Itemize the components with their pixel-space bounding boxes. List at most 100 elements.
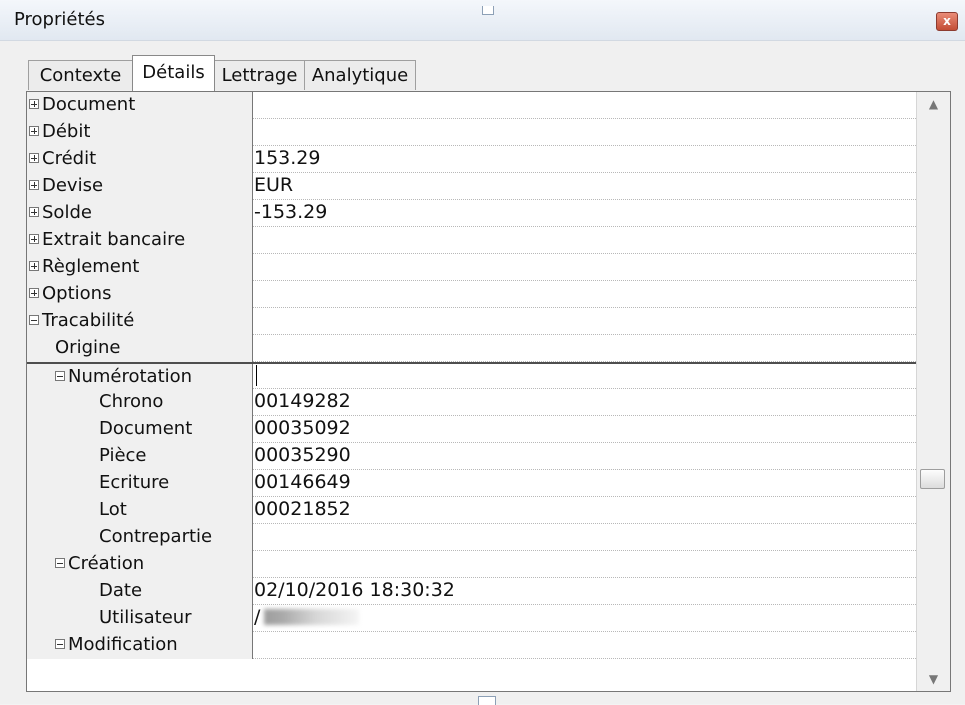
property-label: Crédit [42,148,97,169]
expand-icon[interactable] [29,126,39,136]
property-name: Contrepartie [27,524,253,551]
property-row[interactable]: Ecriture 00146649 [27,470,916,497]
property-value [254,254,916,281]
property-label: Pièce [99,445,147,466]
property-row[interactable]: Origine [27,335,916,362]
property-row[interactable]: Règlement [27,254,916,281]
property-name: Devise [27,173,253,200]
vertical-scrollbar[interactable]: ▲ ▼ [916,92,950,691]
property-value-text: 00021852 [254,498,351,520]
property-value-text: 00149282 [254,390,351,412]
property-value [254,92,916,119]
property-name: Numérotation [27,364,253,391]
property-row[interactable]: Date 02/10/2016 18:30:32 [27,578,916,605]
property-label: Utilisateur [99,607,192,628]
resize-grip-top[interactable] [482,6,494,15]
text-caret [256,365,257,386]
property-row[interactable]: Débit [27,119,916,146]
property-value: -153.29 [254,200,916,227]
collapse-icon[interactable] [55,639,65,649]
property-value-editor[interactable] [254,364,916,391]
close-icon[interactable]: x [936,12,958,31]
property-name: Chrono [27,389,253,416]
property-value: 00021852 [254,497,916,524]
property-value: EUR [254,173,916,200]
property-name: Options [27,281,253,308]
property-name: Pièce [27,443,253,470]
property-value [254,227,916,254]
property-value-text: -153.29 [254,201,328,223]
expand-icon[interactable] [29,153,39,163]
window-titlebar[interactable]: Propriétés x [0,0,965,41]
property-value: 00146649 [254,470,916,497]
property-row[interactable]: Pièce 00035290 [27,443,916,470]
property-value-text: 00146649 [254,471,351,493]
property-value [254,524,916,551]
property-value-text: 00035092 [254,417,351,439]
expand-icon[interactable] [29,99,39,109]
property-name: Débit [27,119,253,146]
property-grid: Document Débit Crédit 153.29 Devise EUR Solde -… [26,91,951,692]
property-name: Ecriture [27,470,253,497]
property-label: Options [42,283,112,304]
expand-icon[interactable] [29,234,39,244]
property-label: Chrono [99,391,164,412]
property-row[interactable]: Solde -153.29 [27,200,916,227]
collapse-icon[interactable] [55,558,65,568]
property-name: Origine [27,335,253,362]
property-row[interactable]: Création [27,551,916,578]
tab-analytique[interactable]: Analytique [304,60,416,90]
property-label: Contrepartie [99,526,213,547]
property-value-text: 153.29 [254,147,321,169]
property-label: Tracabilité [42,310,135,331]
property-label: Règlement [42,256,140,277]
property-label: Date [99,580,143,601]
property-value-text: 02/10/2016 18:30:32 [254,579,455,601]
property-value [254,281,916,308]
property-label: Modification [68,634,178,655]
property-name: Création [27,551,253,578]
chevron-up-icon[interactable]: ▲ [917,92,950,116]
chevron-down-icon[interactable]: ▼ [917,667,950,691]
tab-lettrage[interactable]: Lettrage [214,60,305,90]
expand-icon[interactable] [29,207,39,217]
properties-window: Propriétés x Contexte Détails Lettrage A… [0,0,965,705]
property-grid-rows: Document Débit Crédit 153.29 Devise EUR Solde -… [27,92,916,691]
property-row[interactable]: Modification [27,632,916,659]
expand-icon[interactable] [29,288,39,298]
property-row[interactable]: Document [27,92,916,119]
property-row[interactable]: Devise EUR [27,173,916,200]
property-label: Document [42,94,136,115]
property-row[interactable]: Extrait bancaire [27,227,916,254]
property-row[interactable]: Lot 00021852 [27,497,916,524]
property-row[interactable]: Options [27,281,916,308]
property-row[interactable]: Contrepartie [27,524,916,551]
property-row[interactable]: Document 00035092 [27,416,916,443]
property-row[interactable]: Chrono 00149282 [27,389,916,416]
property-name: Lot [27,497,253,524]
property-label: Devise [42,175,104,196]
collapse-icon[interactable] [55,371,65,381]
property-value: / [254,605,916,632]
property-value: 00035092 [254,416,916,443]
property-name: Crédit [27,146,253,173]
collapse-icon[interactable] [29,315,39,325]
property-name: Document [27,416,253,443]
property-row[interactable]: Numérotation [27,362,916,391]
scrollbar-thumb[interactable] [920,469,945,489]
property-name: Modification [27,632,253,659]
property-label: Numérotation [68,366,193,387]
property-label: Création [68,553,145,574]
property-row[interactable]: Utilisateur / [27,605,916,632]
property-label: Lot [99,499,127,520]
expand-icon[interactable] [29,180,39,190]
expand-icon[interactable] [29,261,39,271]
property-row[interactable]: Crédit 153.29 [27,146,916,173]
property-value [254,551,916,578]
property-row[interactable]: Tracabilité [27,308,916,335]
property-name: Document [27,92,253,119]
property-label: Document [99,418,193,439]
property-name: Règlement [27,254,253,281]
tab-contexte[interactable]: Contexte [28,60,133,90]
tab-details[interactable]: Détails [132,55,215,91]
